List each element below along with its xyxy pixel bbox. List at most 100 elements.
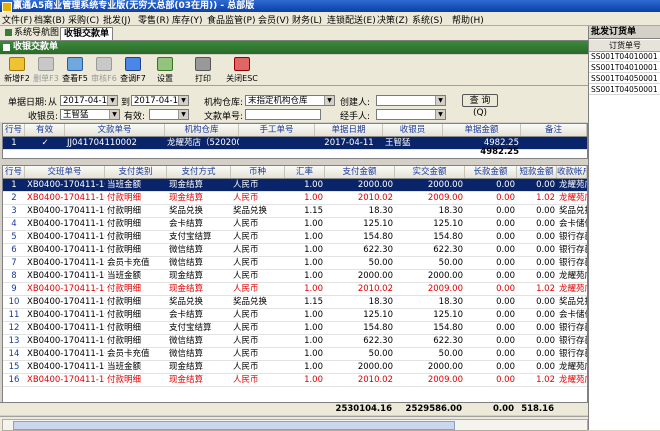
col-pay-method[interactable]: 支付方式 [167,166,231,178]
table-row[interactable]: 7 XB0400-170411-1611会员卡充值 微信结算 人民币 1.00 50.00… [3,257,587,270]
date-to-value: 2017-04-11 [134,96,184,106]
pay-amount-cell: 125.10 [363,310,393,320]
scrollbar-thumb[interactable] [13,421,455,430]
settings-button[interactable]: 设置 [152,57,178,84]
order-row[interactable]: SS001T04010001 [589,52,660,62]
filter-form: 单据日期: 从 2017-04-11 ▼ 到 2017-04-11 ▼ 机构仓库: … [0,86,588,122]
menu-finance[interactable]: 财务(L) [292,13,322,26]
rate-cell: 1.00 [304,362,323,372]
menu-member[interactable]: 会员(V) [258,13,289,26]
col-pay-category[interactable]: 支付类别 [105,166,167,178]
wholesale-order-panel: 批发订货单 订货单号 SS001T04010001 SS001T04010001… [588,26,660,430]
col-account[interactable]: 收款帐户 [557,166,587,178]
print-button[interactable]: 打印 [190,57,216,84]
col-rate[interactable]: 汇率 [285,166,325,178]
chevron-down-icon[interactable]: ▼ [324,96,334,105]
menu-food[interactable]: 食品监管(P) [207,13,255,26]
table-row[interactable]: 10 XB0400-170411-1611付款明细 奖品兑换 奖品兑换 1.15 18.3… [3,296,587,309]
cashier-select[interactable]: 王智猛 ▼ [60,109,120,120]
query-button-tb[interactable]: 查调F7 [120,57,146,84]
table-row[interactable]: 3 XB0400-170411-1611付款明细 奖品兑换 奖品兑换 1.15 18.30… [3,205,587,218]
table-row[interactable]: 16 XB0400-170411-1611付款明细 现金结算 人民币 1.00 2010.… [3,374,587,387]
table-row[interactable]: 12 XB0400-170411-1611付款明细 支付宝结算 人民币 1.00 154.… [3,322,587,335]
col-amount[interactable]: 单据金额 [443,124,521,136]
table-row[interactable]: 6 XB0400-170411-1611付款明细 微信结算 人民币 1.00 622.30… [3,244,587,257]
col-warehouse[interactable]: 机构仓库 [165,124,239,136]
account-cell: 银行存款（帐户9469） [559,336,587,346]
col-note[interactable]: 备注 [521,124,587,136]
chevron-down-icon[interactable]: ▼ [435,110,445,119]
valid-select[interactable]: ▼ [149,109,189,120]
warehouse-select[interactable]: 末指定机构仓库 ▼ [245,95,335,106]
menu-decision[interactable]: 决策(Z) [377,13,408,26]
delete-button[interactable]: 删单F3 [33,57,59,84]
view-button[interactable]: 查看F5 [62,57,88,84]
menu-help[interactable]: 帮助(H) [452,13,484,26]
shift-no-cell: XB0400-170411-1611 [27,245,105,255]
chevron-down-icon[interactable]: ▼ [109,110,119,119]
menu-purchase[interactable]: 采购(C) [68,13,99,26]
query-button[interactable]: 查 询(Q) [462,94,498,118]
table-row[interactable]: 14 XB0400-170411-1611会员卡充值 微信结算 人民币 1.00 50.0… [3,348,587,361]
menu-chain[interactable]: 连锁配送(E) [327,13,376,26]
audit-button[interactable]: 审核F6 [91,57,117,84]
chevron-down-icon[interactable]: ▼ [435,96,445,105]
short-amount-cell: 0.00 [536,232,555,242]
col-pay-amount[interactable]: 支付金额 [325,166,395,178]
pay-amount-cell: 18.30 [368,206,393,216]
pay-method-cell: 奖品兑换 [169,297,204,307]
docno-field[interactable] [245,109,321,120]
menu-system[interactable]: 系统(S) [412,13,443,26]
cashier-label: 收银员: [28,112,59,122]
chevron-down-icon[interactable]: ▼ [107,96,117,105]
menu-stock[interactable]: 库存(Y) [172,13,203,26]
col-docno[interactable]: 文款单号 [65,124,165,136]
horizontal-scrollbar[interactable] [2,419,588,431]
button-label: 查调F7 [120,74,146,83]
col-no[interactable]: 行号 [3,166,25,178]
col-over-amount[interactable]: 长款金额 [465,166,517,178]
menu-file[interactable]: 文件(F) [2,13,32,26]
creator-select[interactable]: ▼ [376,95,446,106]
rate-cell: 1.00 [304,375,323,385]
warehouse-cell: 龙耀苑店（5202003) [167,138,239,148]
total-short: 518.16 [521,404,554,414]
short-amount-cell: 0.00 [536,310,555,320]
pay-method-cell: 会卡结算 [169,310,204,320]
menu-archive[interactable]: 档案(B) [34,13,65,26]
tab-system-nav[interactable]: 系统导航图 [2,27,62,39]
real-amount-cell: 154.80 [433,232,463,242]
col-no[interactable]: 行号 [3,124,25,136]
menu-retail[interactable]: 零售(R) [138,13,169,26]
col-manual[interactable]: 手工单号 [239,124,315,136]
table-row[interactable]: 13 XB0400-170411-1611付款明细 微信结算 人民币 1.00 622.3… [3,335,587,348]
table-row[interactable]: 9 XB0400-170411-1611付款明细 现金结算 人民币 1.00 2010.0… [3,283,587,296]
table-row[interactable]: 1 XB0400-170411-1611当班金额 现金结算 人民币 1.00 2000.0… [3,179,587,192]
table-row[interactable]: 15 XB0400-170411-1611当班金额 现金结算 人民币 1.00 2000.… [3,361,587,374]
tab-cashier-payment[interactable]: 收银交款单 [60,27,114,40]
chevron-down-icon[interactable]: ▼ [178,110,188,119]
table-row[interactable]: 2 XB0400-170411-1611付款明细 现金结算 人民币 1.00 2010.0… [3,192,587,205]
order-row[interactable]: SS001T04050001 [589,74,660,84]
close-button[interactable]: 关闭ESC [226,57,258,84]
col-cashier[interactable]: 收银员 [383,124,443,136]
chevron-down-icon[interactable]: ▼ [178,96,188,105]
new-button[interactable]: 新增F2 [4,57,30,84]
col-currency[interactable]: 币种 [231,166,285,178]
col-short-amount[interactable]: 短款金额 [517,166,557,178]
order-row[interactable]: SS001T04010001 [589,63,660,73]
table-row[interactable]: 4 XB0400-170411-1611付款明细 会卡结算 人民币 1.00 125.10… [3,218,587,231]
col-valid[interactable]: 有效 [25,124,65,136]
handler-select[interactable]: ▼ [376,109,446,120]
menu-wholesale[interactable]: 批发(J) [103,13,131,26]
date-from-field[interactable]: 2017-04-11 ▼ [60,95,118,106]
table-row[interactable]: 11 XB0400-170411-1611付款明细 会卡结算 人民币 1.00 125.1… [3,309,587,322]
table-row[interactable]: 8 XB0400-170411-1611当班金额 现金结算 人民币 1.00 2000.0… [3,270,587,283]
order-row[interactable]: SS001T04050001 [589,85,660,95]
table-row[interactable]: 5 XB0400-170411-1611付款明细 支付宝结算 人民币 1.00 154.8… [3,231,587,244]
col-shift-no[interactable]: 交班单号 [25,166,105,178]
date-to-field[interactable]: 2017-04-11 ▼ [131,95,189,106]
currency-cell: 人民币 [233,349,259,359]
col-real-amount[interactable]: 实交金额 [395,166,465,178]
col-date[interactable]: 单据日期 [315,124,383,136]
